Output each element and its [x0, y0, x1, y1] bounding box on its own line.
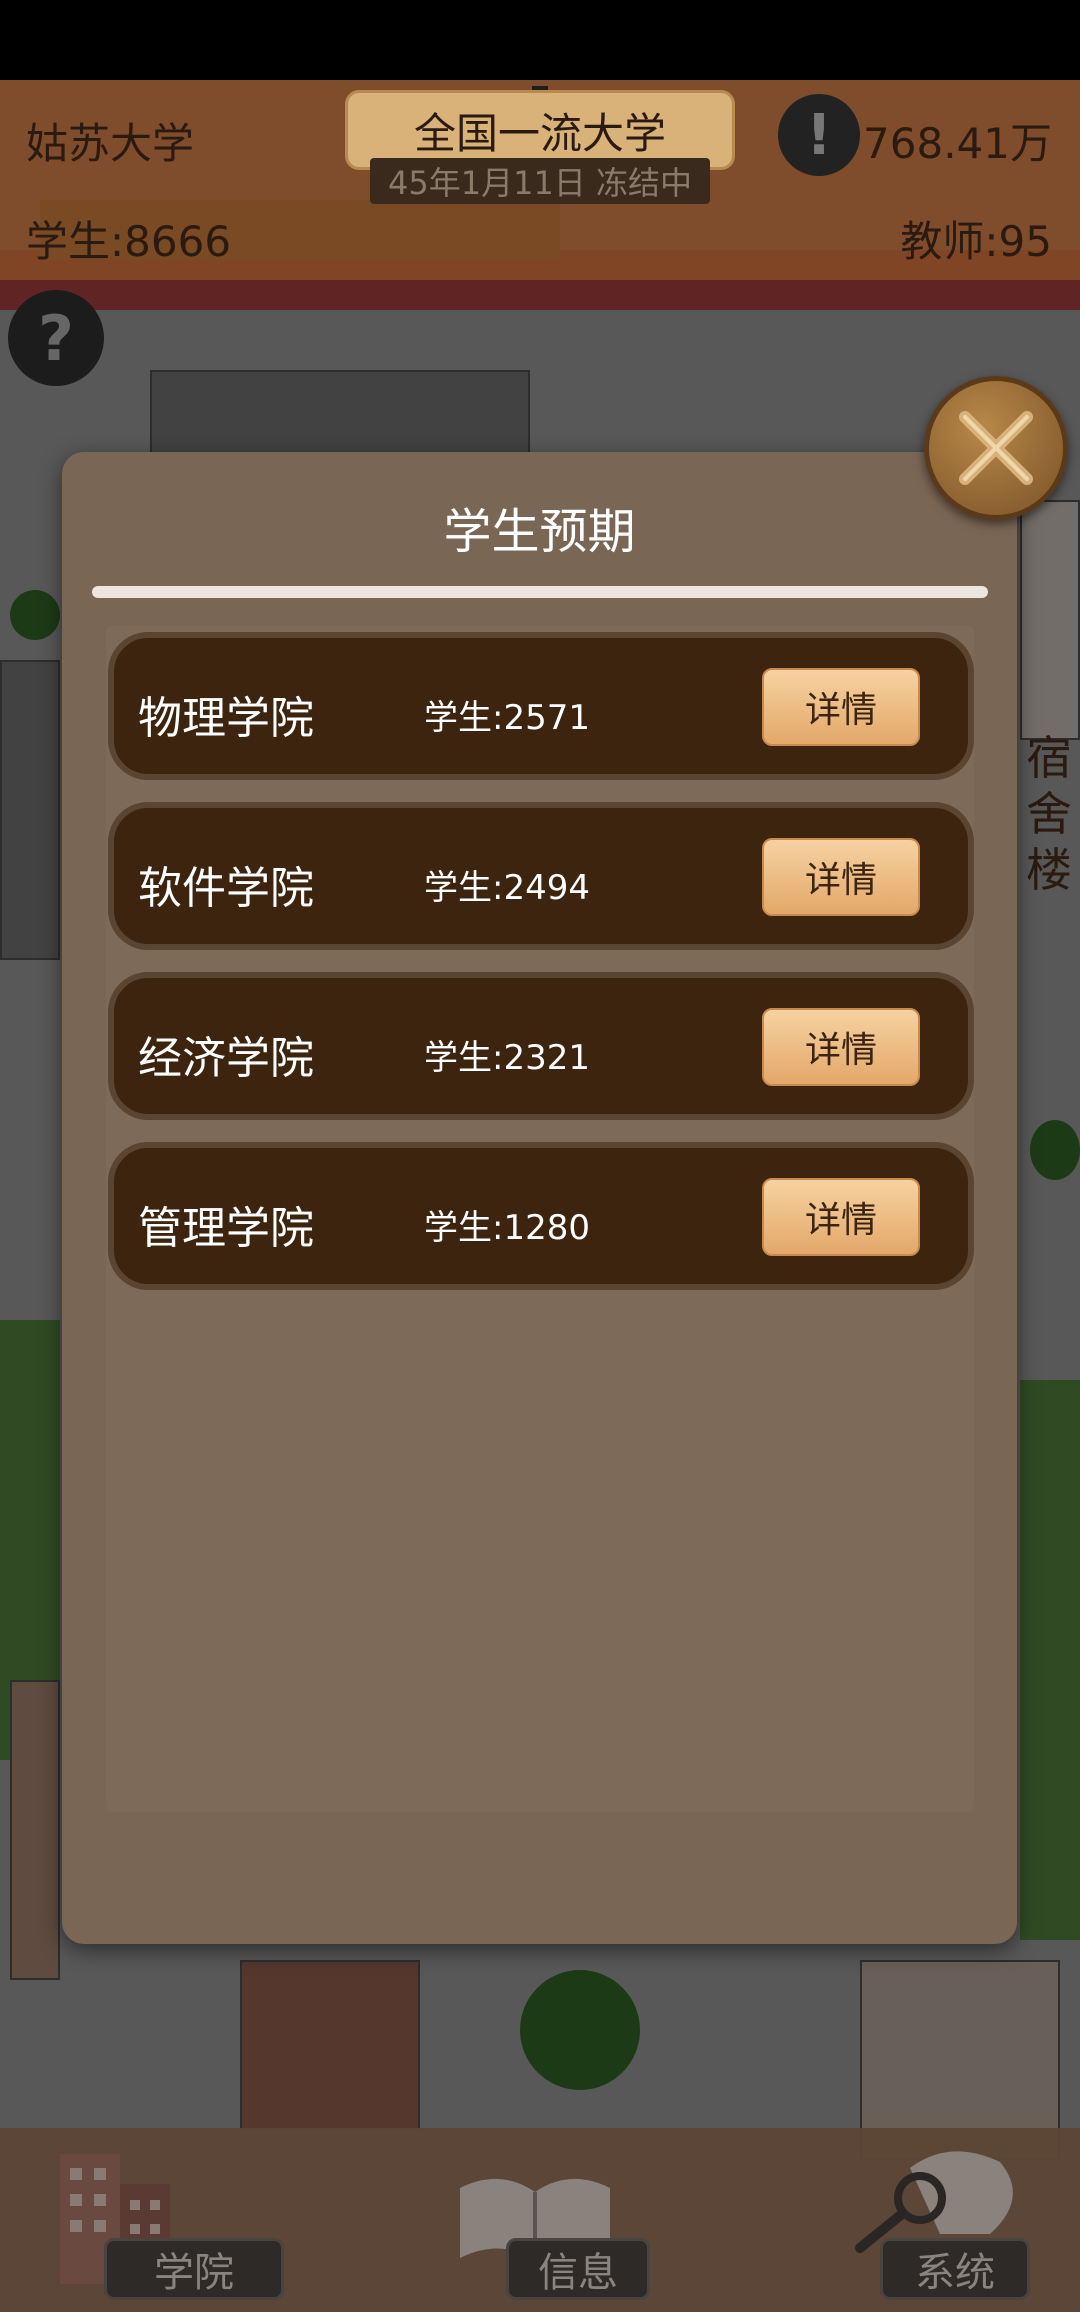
college-row: 经济学院 学生:2321 详情 — [108, 972, 974, 1120]
college-name: 管理学院 — [138, 1203, 314, 1254]
money-balance: 768.41万 — [863, 119, 1052, 168]
date-status: 45年1月11日 冻结中 — [370, 158, 710, 204]
detail-button[interactable]: 详情 — [762, 838, 920, 916]
dorm-building-label: 宿舍楼 — [1026, 731, 1072, 897]
nav-label: 信息 — [506, 2238, 650, 2300]
detail-button[interactable]: 详情 — [762, 1008, 920, 1086]
college-row: 物理学院 学生:2571 详情 — [108, 632, 974, 780]
help-icon[interactable]: ? — [8, 290, 104, 386]
nav-info[interactable]: 信息 — [440, 2138, 660, 2308]
close-button[interactable] — [924, 376, 1068, 520]
college-student-count: 学生:1280 — [424, 1208, 590, 1248]
teacher-count: 教师:95 — [900, 217, 1052, 266]
nav-label: 系统 — [880, 2238, 1030, 2300]
college-name: 经济学院 — [138, 1033, 314, 1084]
college-name: 物理学院 — [138, 693, 314, 744]
college-student-count: 学生:2571 — [424, 698, 590, 738]
nav-college[interactable]: 学院 — [40, 2138, 284, 2308]
alert-icon[interactable]: ! — [778, 94, 860, 176]
bottom-navigation: 学院 信息 系统 — [0, 2128, 1080, 2312]
college-student-count: 学生:2321 — [424, 1038, 590, 1078]
detail-button[interactable]: 详情 — [762, 668, 920, 746]
divider — [92, 586, 988, 598]
college-name: 软件学院 — [138, 863, 314, 914]
student-expectation-dialog: 学生预期 物理学院 学生:2571 详情 软件学院 学生:2494 详情 经济学… — [62, 452, 1017, 1944]
college-student-count: 学生:2494 — [424, 868, 590, 908]
college-row: 软件学院 学生:2494 详情 — [108, 802, 974, 950]
college-row: 管理学院 学生:1280 详情 — [108, 1142, 974, 1290]
detail-button[interactable]: 详情 — [762, 1178, 920, 1256]
nav-label: 学院 — [104, 2238, 284, 2300]
close-icon — [959, 411, 1033, 485]
dialog-title: 学生预期 — [443, 504, 636, 560]
school-name: 姑苏大学 — [26, 119, 195, 168]
nav-system[interactable]: 系统 — [820, 2138, 1060, 2308]
student-count: 学生:8666 — [26, 217, 232, 266]
